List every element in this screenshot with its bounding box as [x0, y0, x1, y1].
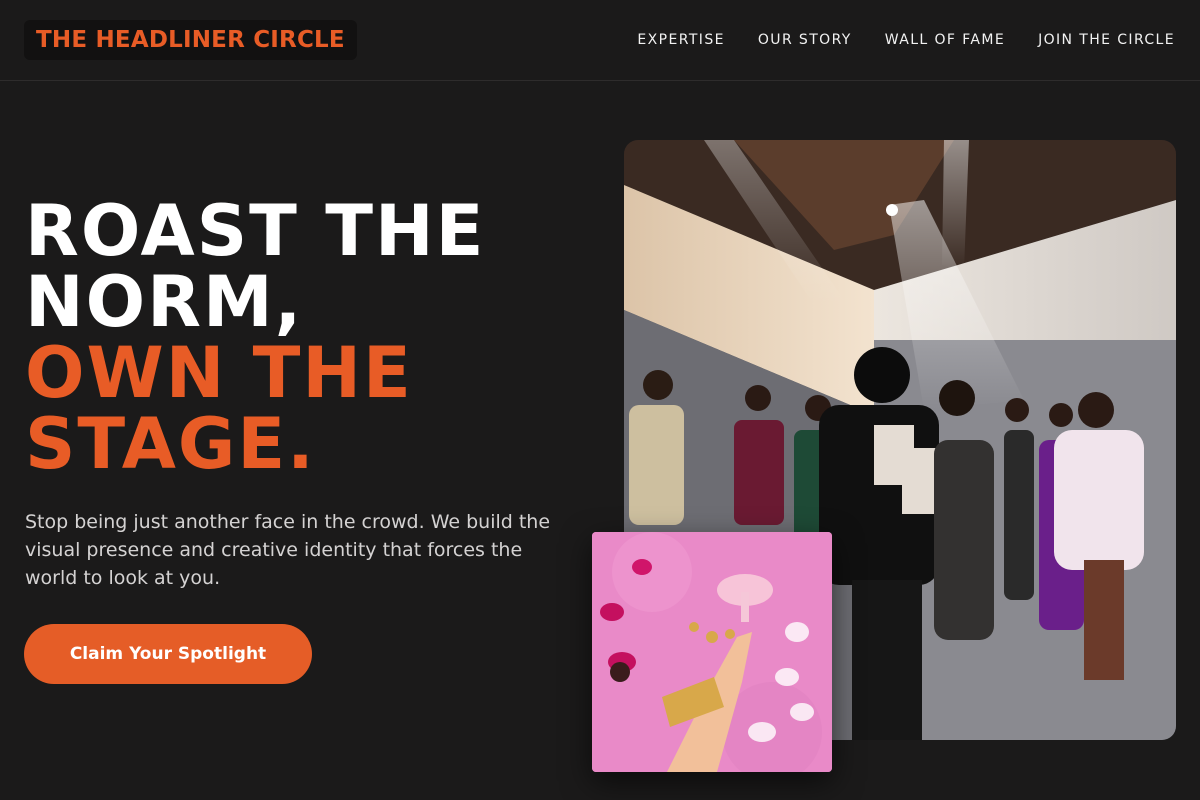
hero-title-line-1: ROAST THE [25, 190, 486, 272]
hero-title-accent-line-2: STAGE. [25, 403, 316, 485]
jewelry-hand-photo [592, 532, 832, 772]
hero-title-line-2: NORM, [25, 261, 304, 343]
site-logo[interactable]: THE HEADLINER CIRCLE [24, 20, 357, 60]
nav-link-expertise[interactable]: EXPERTISE [637, 31, 724, 49]
claim-spotlight-button[interactable]: Claim Your Spotlight [24, 624, 312, 684]
nav-link-our-story[interactable]: OUR STORY [758, 31, 852, 49]
hero-title: ROAST THE NORM, OWN THE STAGE. [25, 196, 585, 480]
hero-title-accent-line-1: OWN THE [25, 332, 413, 414]
nav-link-join-the-circle[interactable]: JOIN THE CIRCLE [1038, 31, 1175, 49]
nav-link-wall-of-fame[interactable]: WALL OF FAME [885, 31, 1005, 49]
site-header: THE HEADLINER CIRCLE EXPERTISE OUR STORY… [0, 0, 1200, 81]
hero-subtitle: Stop being just another face in the crow… [25, 511, 551, 589]
main-nav: EXPERTISE OUR STORY WALL OF FAME JOIN TH… [637, 31, 1175, 49]
